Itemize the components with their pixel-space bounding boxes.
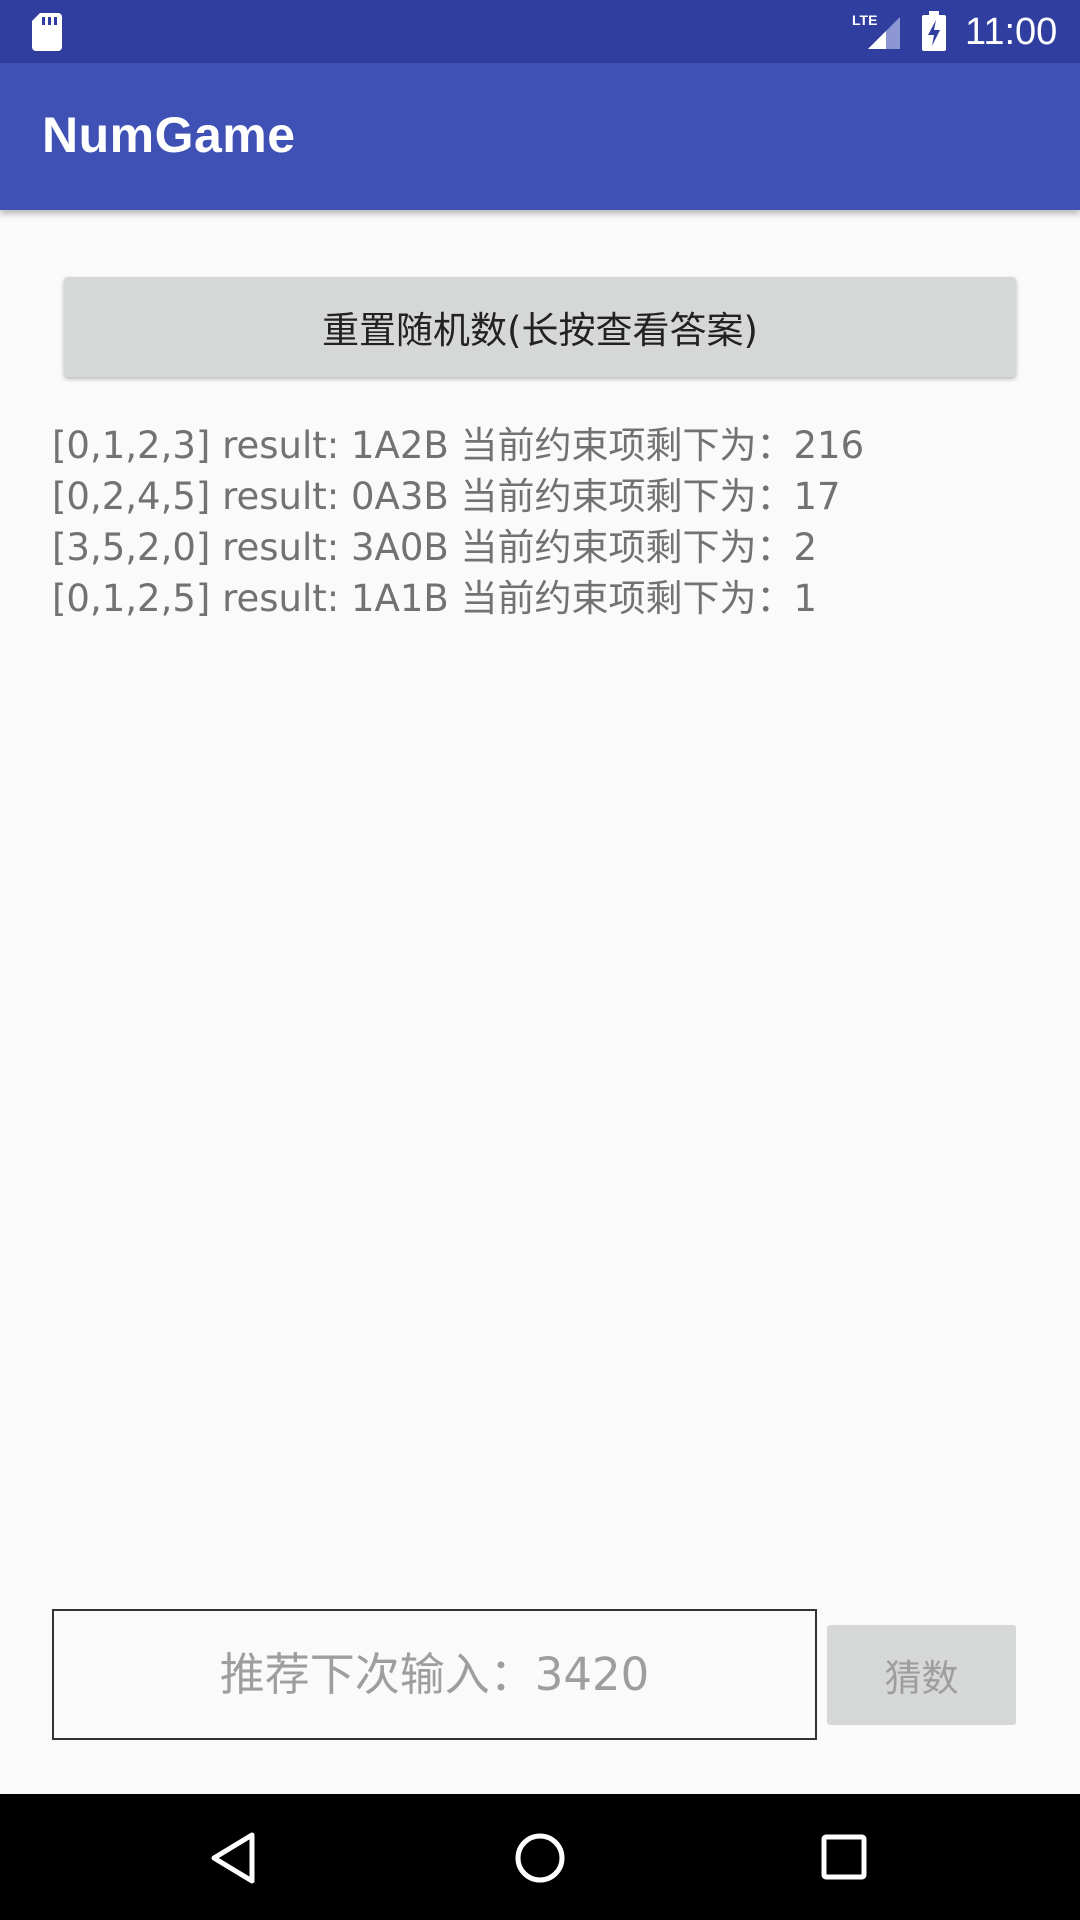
svg-text:LTE: LTE [852,12,877,28]
sd-card-icon [32,13,62,51]
recents-icon[interactable] [820,1833,868,1881]
app-bar: NumGame [0,63,1080,210]
guess-input-row: 猜数 [52,1609,1016,1740]
app-title: NumGame [42,107,296,163]
history-item: [0,2,4,5] result: 0A3B 当前约束项剩下为：17 [52,475,841,518]
guess-input[interactable] [52,1609,817,1740]
history-item: [0,1,2,3] result: 1A2B 当前约束项剩下为：216 [52,424,865,467]
reset-random-button[interactable]: 重置随机数(长按查看答案) [64,277,1016,377]
back-icon[interactable] [208,1831,258,1885]
status-time: 11:00 [965,11,1058,53]
guess-history-list: [0,1,2,3] result: 1A2B 当前约束项剩下为：216 [0,2… [52,420,1032,624]
home-icon[interactable] [513,1831,567,1885]
navigation-bar [0,1794,1080,1920]
history-item: [3,5,2,0] result: 3A0B 当前约束项剩下为：2 [52,526,818,569]
lte-signal-icon: LTE [852,12,900,49]
history-item: [0,1,2,5] result: 1A1B 当前约束项剩下为：1 [52,577,818,620]
guess-button[interactable]: 猜数 [827,1625,1016,1725]
battery-charging-icon [922,11,946,51]
status-bar: LTE 11:00 [0,0,1080,63]
